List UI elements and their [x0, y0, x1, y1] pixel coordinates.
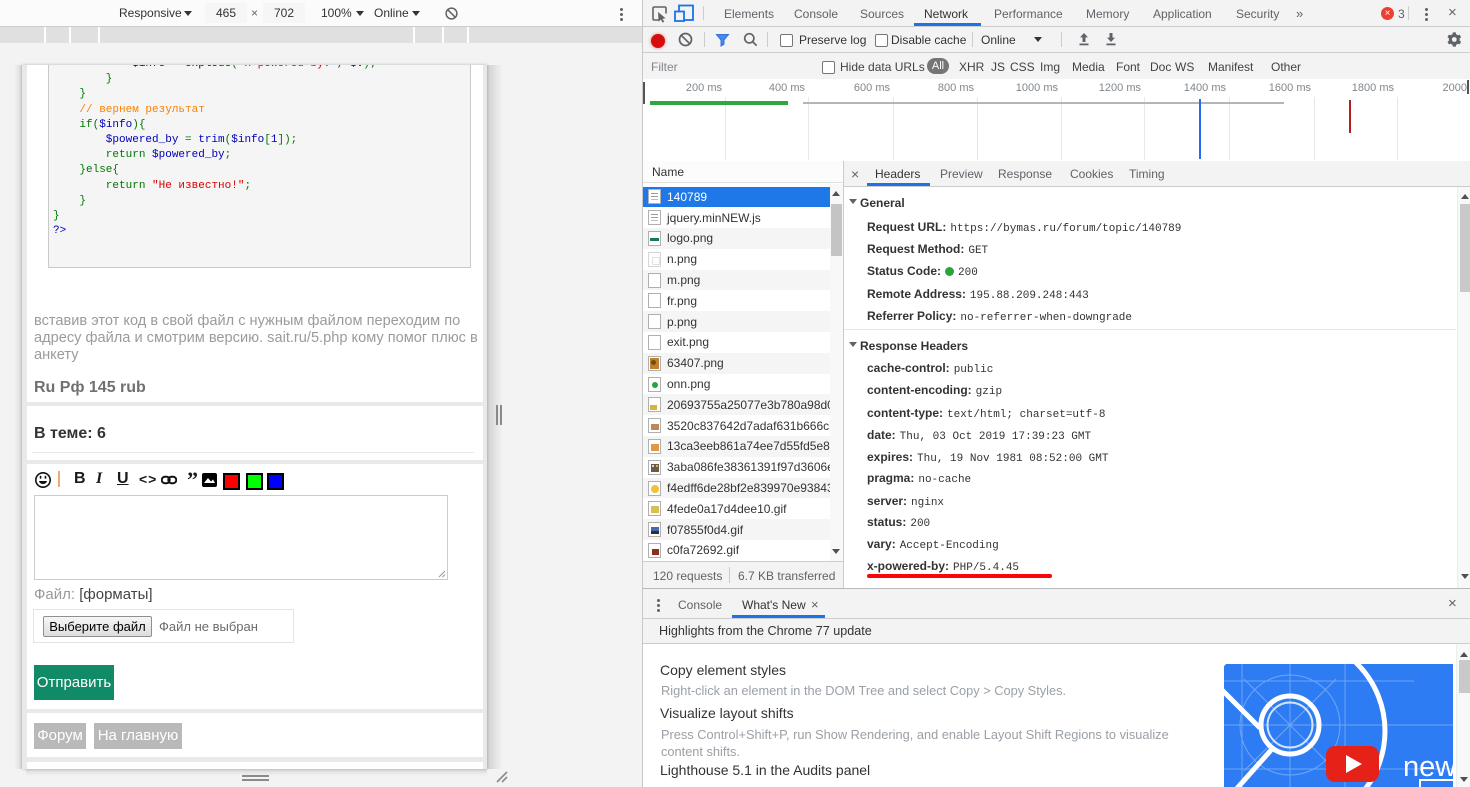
svg-text:new: new [1403, 751, 1453, 783]
